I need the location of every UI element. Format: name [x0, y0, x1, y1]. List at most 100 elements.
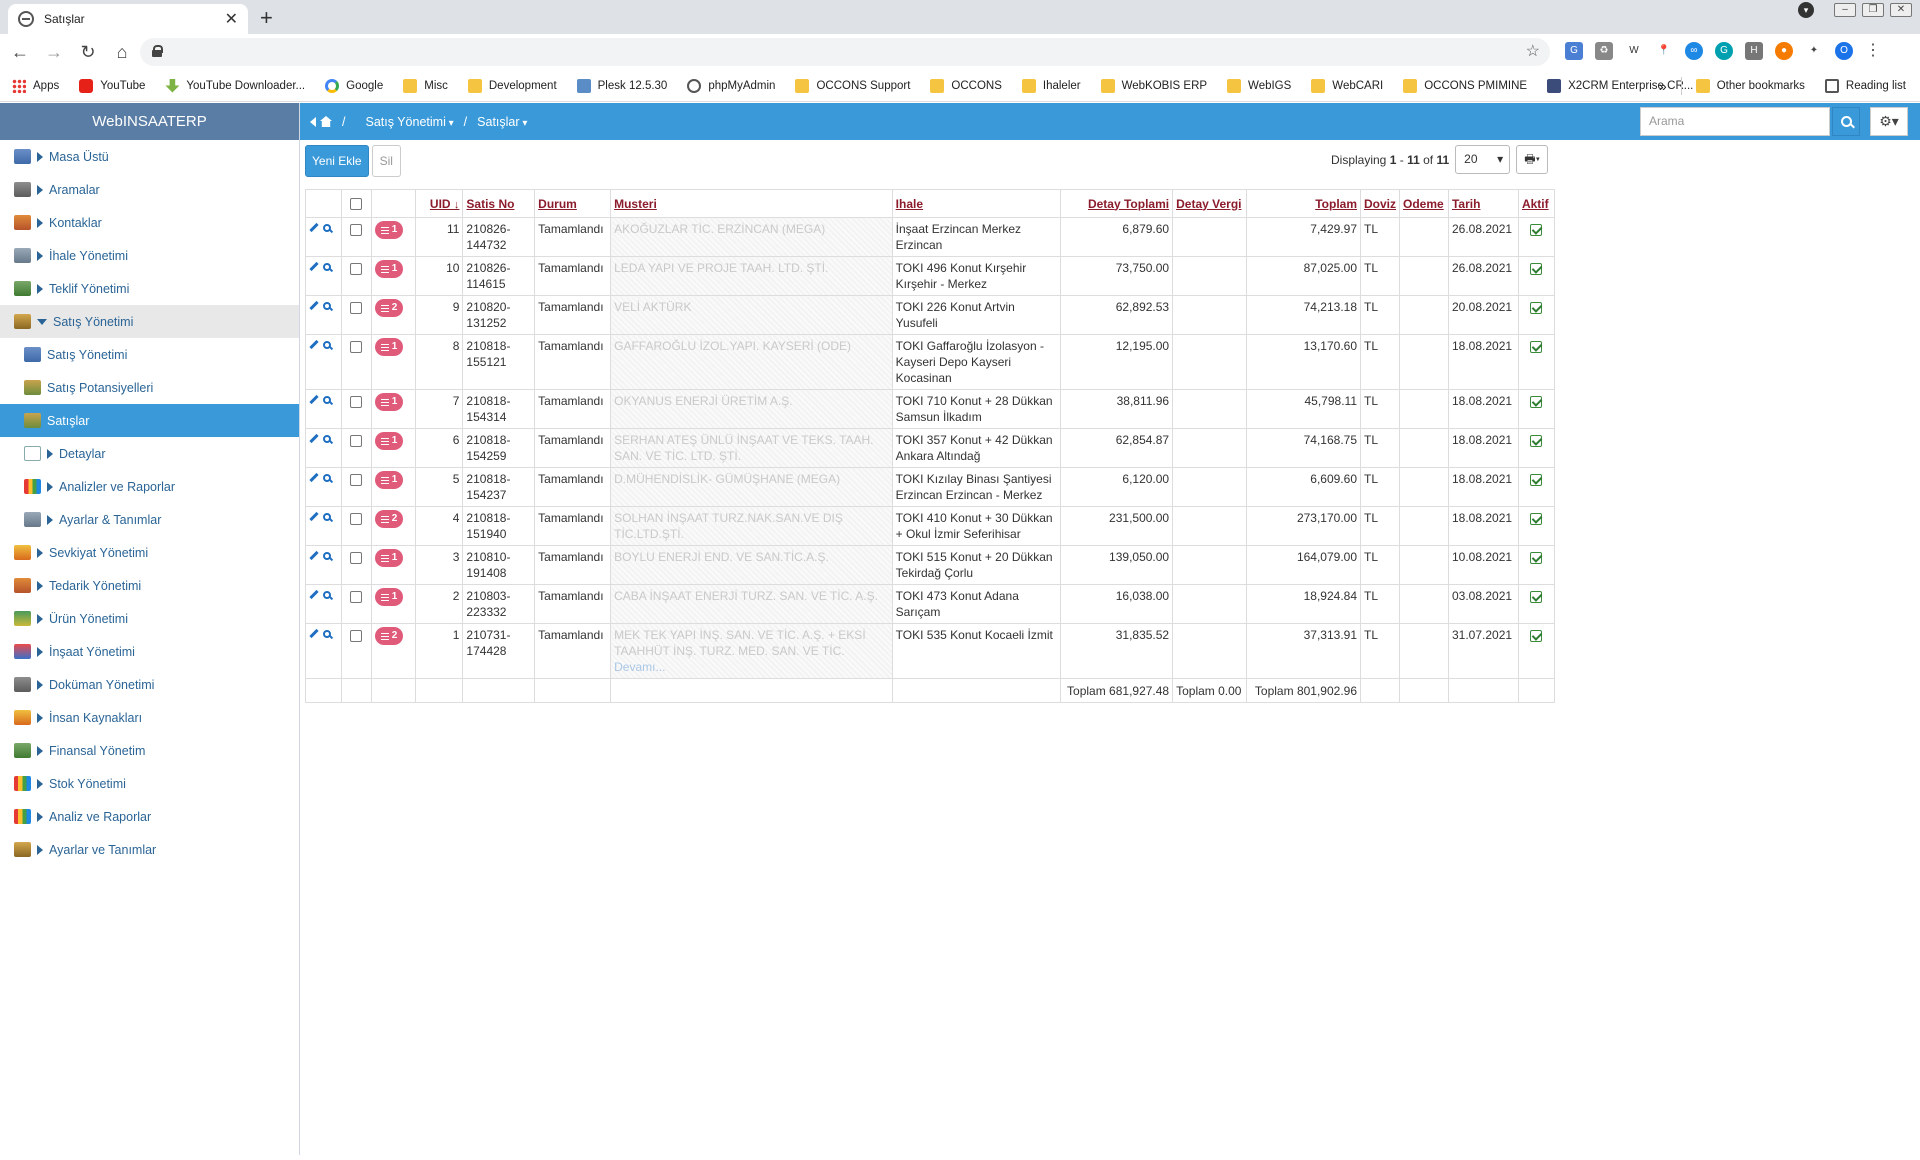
bookmark-webcari[interactable]: WebCARI — [1311, 78, 1383, 93]
table-row[interactable]: 1 5 210818-154237 Tamamlandı D.MÜHENDİSLİK- … — [305, 467, 1556, 507]
row-checkbox[interactable] — [350, 434, 363, 447]
sidebar-item-5[interactable]: Satış Yönetimi — [0, 305, 299, 338]
sidebar-item-8[interactable]: Satışlar — [0, 404, 299, 437]
edit-icon[interactable] — [309, 433, 319, 444]
table-row[interactable]: 1 7 210818-154314 Tamamlandı OKYANUS ENERJİ … — [305, 389, 1556, 429]
table-row[interactable]: 1 11 210826-144732 Tamamlandı AKOĞUZLAR TİC.… — [305, 217, 1556, 257]
sidebar-item-19[interactable]: Stok Yönetimi — [0, 767, 299, 800]
sidebar-item-15[interactable]: İnşaat Yönetimi — [0, 635, 299, 668]
reading-list[interactable]: Reading list — [1824, 79, 1906, 93]
row-checkbox[interactable] — [350, 551, 363, 564]
view-icon[interactable] — [323, 435, 331, 443]
edit-icon[interactable] — [309, 550, 319, 561]
bookmark-star-icon[interactable]: ☆ — [1526, 41, 1540, 61]
detail-count-badge[interactable]: 2 — [374, 299, 404, 317]
delete-button[interactable]: Sil — [371, 145, 401, 177]
detail-count-badge[interactable]: 1 — [374, 588, 404, 606]
header-detay-vergi[interactable]: Detay Vergi — [1172, 189, 1248, 218]
bookmark-plesk-12-5-30[interactable]: Plesk 12.5.30 — [576, 78, 667, 93]
aktif-checkbox[interactable] — [1530, 262, 1543, 275]
aktif-checkbox[interactable] — [1530, 629, 1543, 642]
row-checkbox[interactable] — [350, 473, 363, 486]
sidebar-item-6[interactable]: Satış Yönetimi — [0, 338, 299, 371]
view-icon[interactable] — [323, 630, 331, 638]
breadcrumb-page[interactable]: Satışlar — [477, 115, 527, 129]
sidebar-item-7[interactable]: Satış Potansiyelleri — [0, 371, 299, 404]
row-checkbox[interactable] — [350, 590, 363, 603]
edit-icon[interactable] — [309, 511, 319, 522]
search-button[interactable] — [1832, 107, 1860, 136]
row-checkbox[interactable] — [350, 223, 363, 236]
view-icon[interactable] — [323, 513, 331, 521]
aktif-checkbox[interactable] — [1530, 340, 1543, 353]
sidebar-item-0[interactable]: Masa Üstü — [0, 140, 299, 173]
aktif-checkbox[interactable] — [1530, 223, 1543, 236]
recycle-extension-icon[interactable]: ♻ — [1595, 42, 1613, 60]
sidebar-item-3[interactable]: İhale Yönetimi — [0, 239, 299, 272]
row-checkbox[interactable] — [350, 512, 363, 525]
view-icon[interactable] — [323, 474, 331, 482]
view-icon[interactable] — [323, 591, 331, 599]
browser-tab[interactable]: Satışlar ✕ — [8, 4, 248, 34]
sidebar-item-14[interactable]: Ürün Yönetimi — [0, 602, 299, 635]
translate-icon[interactable]: G — [1565, 42, 1583, 60]
infinity-extension-icon[interactable]: ∞ — [1685, 42, 1703, 60]
aktif-checkbox[interactable] — [1530, 551, 1543, 564]
other-bookmarks[interactable]: Other bookmarks — [1695, 79, 1805, 93]
aktif-checkbox[interactable] — [1530, 434, 1543, 447]
sidebar-item-11[interactable]: Ayarlar & Tanımlar — [0, 503, 299, 536]
detail-count-badge[interactable]: 2 — [374, 627, 404, 645]
aktif-checkbox[interactable] — [1530, 395, 1543, 408]
bookmark-youtube-downloader[interactable]: YouTube Downloader... — [165, 78, 305, 93]
edit-icon[interactable] — [309, 394, 319, 405]
detail-count-badge[interactable]: 1 — [374, 393, 404, 411]
page-size-select[interactable]: 20 — [1455, 145, 1511, 174]
grammar-extension-icon[interactable]: G — [1715, 42, 1733, 60]
bookmark-misc[interactable]: Misc — [403, 78, 448, 93]
row-checkbox[interactable] — [350, 262, 363, 275]
reload-icon[interactable]: ↻ — [74, 42, 102, 63]
row-checkbox[interactable] — [350, 340, 363, 353]
view-icon[interactable] — [323, 341, 331, 349]
search-input[interactable]: Arama — [1640, 107, 1830, 136]
bookmark-google[interactable]: Google — [325, 78, 383, 93]
close-window-button[interactable]: ✕ — [1890, 3, 1912, 17]
detail-count-badge[interactable]: 1 — [374, 549, 404, 567]
edit-icon[interactable] — [309, 261, 319, 272]
row-checkbox[interactable] — [350, 301, 363, 314]
bookmark-occons[interactable]: OCCONS — [930, 78, 1002, 93]
view-icon[interactable] — [323, 263, 331, 271]
sidebar-item-21[interactable]: Ayarlar ve Tanımlar — [0, 833, 299, 866]
address-bar[interactable]: ☆ — [140, 38, 1550, 66]
edit-icon[interactable] — [309, 589, 319, 600]
html-extension-icon[interactable]: H — [1745, 42, 1763, 60]
detail-count-badge[interactable]: 1 — [374, 432, 404, 450]
edit-icon[interactable] — [309, 628, 319, 639]
kebab-menu-icon[interactable]: ⋮ — [1865, 42, 1881, 60]
table-row[interactable]: 2 4 210818-151940 Tamamlandı SOLHAN İNŞAAT T… — [305, 506, 1556, 546]
sidebar-item-20[interactable]: Analiz ve Raporlar — [0, 800, 299, 833]
aktif-checkbox[interactable] — [1530, 301, 1543, 314]
minimize-button[interactable]: – — [1834, 3, 1856, 17]
sidebar-item-13[interactable]: Tedarik Yönetimi — [0, 569, 299, 602]
edit-icon[interactable] — [309, 300, 319, 311]
header-durum[interactable]: Durum — [534, 189, 612, 218]
detail-count-badge[interactable]: 1 — [374, 338, 404, 356]
forward-icon[interactable]: → — [40, 42, 68, 63]
edit-icon[interactable] — [309, 222, 319, 233]
back-icon[interactable]: ← — [6, 42, 34, 63]
header-tarih[interactable]: Tarih — [1447, 189, 1519, 218]
bookmark-youtube[interactable]: YouTube — [79, 78, 145, 93]
header-uid[interactable]: UID ↓ — [414, 189, 464, 218]
sidebar-item-16[interactable]: Doküman Yönetimi — [0, 668, 299, 701]
close-tab-icon[interactable]: ✕ — [225, 9, 238, 29]
header-doviz[interactable]: Doviz — [1359, 189, 1401, 218]
row-checkbox[interactable] — [350, 395, 363, 408]
table-row[interactable]: 2 9 210820-131252 Tamamlandı VELİ AKTÜRK TOKI… — [305, 295, 1556, 335]
bookmark-webigs[interactable]: WebIGS — [1227, 78, 1291, 93]
restore-button[interactable]: ❐ — [1862, 3, 1884, 17]
recorder-extension-icon[interactable]: ● — [1775, 42, 1793, 60]
detail-count-badge[interactable]: 1 — [374, 221, 404, 239]
header-odeme[interactable]: Odeme — [1399, 189, 1449, 218]
edit-icon[interactable] — [309, 339, 319, 350]
